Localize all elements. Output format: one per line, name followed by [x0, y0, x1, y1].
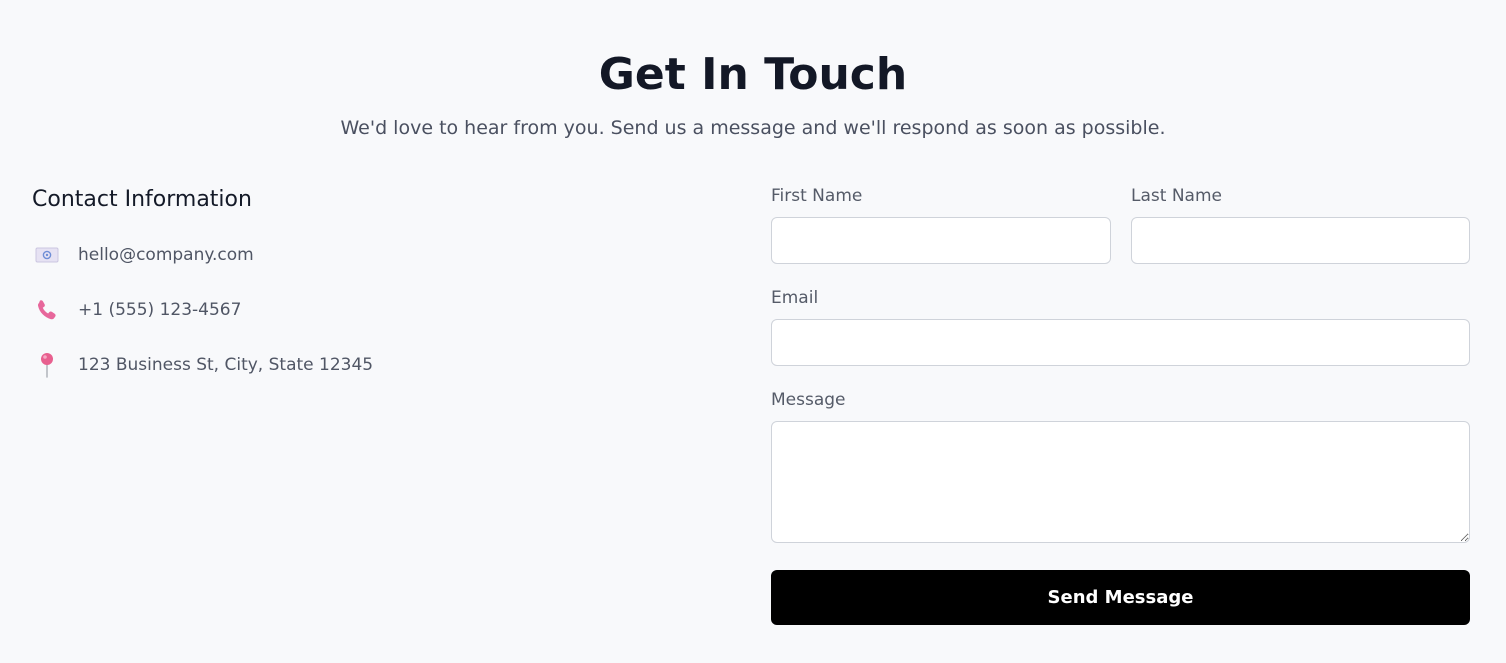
contact-phone-text: +1 (555) 123-4567	[78, 300, 242, 320]
contact-address-text: 123 Business St, City, State 12345	[78, 355, 374, 375]
first-name-label: First Name	[771, 186, 863, 206]
contact-email-text: hello@company.com	[78, 245, 254, 265]
page-title: Get In Touch	[598, 49, 908, 100]
last-name-input[interactable]	[1131, 217, 1470, 264]
contact-email-item: hello@company.com	[32, 240, 254, 270]
phone-icon	[32, 295, 62, 325]
email-label: Email	[771, 288, 819, 308]
envelope-icon	[32, 240, 62, 270]
pin-icon	[32, 350, 62, 380]
message-textarea[interactable]	[771, 421, 1470, 543]
contact-information-title: Contact Information	[32, 187, 252, 212]
last-name-label: Last Name	[1131, 186, 1222, 206]
page-subtitle: We'd love to hear from you. Send us a me…	[340, 117, 1166, 139]
first-name-input[interactable]	[771, 217, 1111, 264]
send-message-button[interactable]: Send Message	[771, 570, 1470, 625]
email-input[interactable]	[771, 319, 1470, 366]
contact-phone-item: +1 (555) 123-4567	[32, 295, 241, 325]
message-label: Message	[771, 390, 846, 410]
contact-address-item: 123 Business St, City, State 12345	[32, 350, 373, 380]
